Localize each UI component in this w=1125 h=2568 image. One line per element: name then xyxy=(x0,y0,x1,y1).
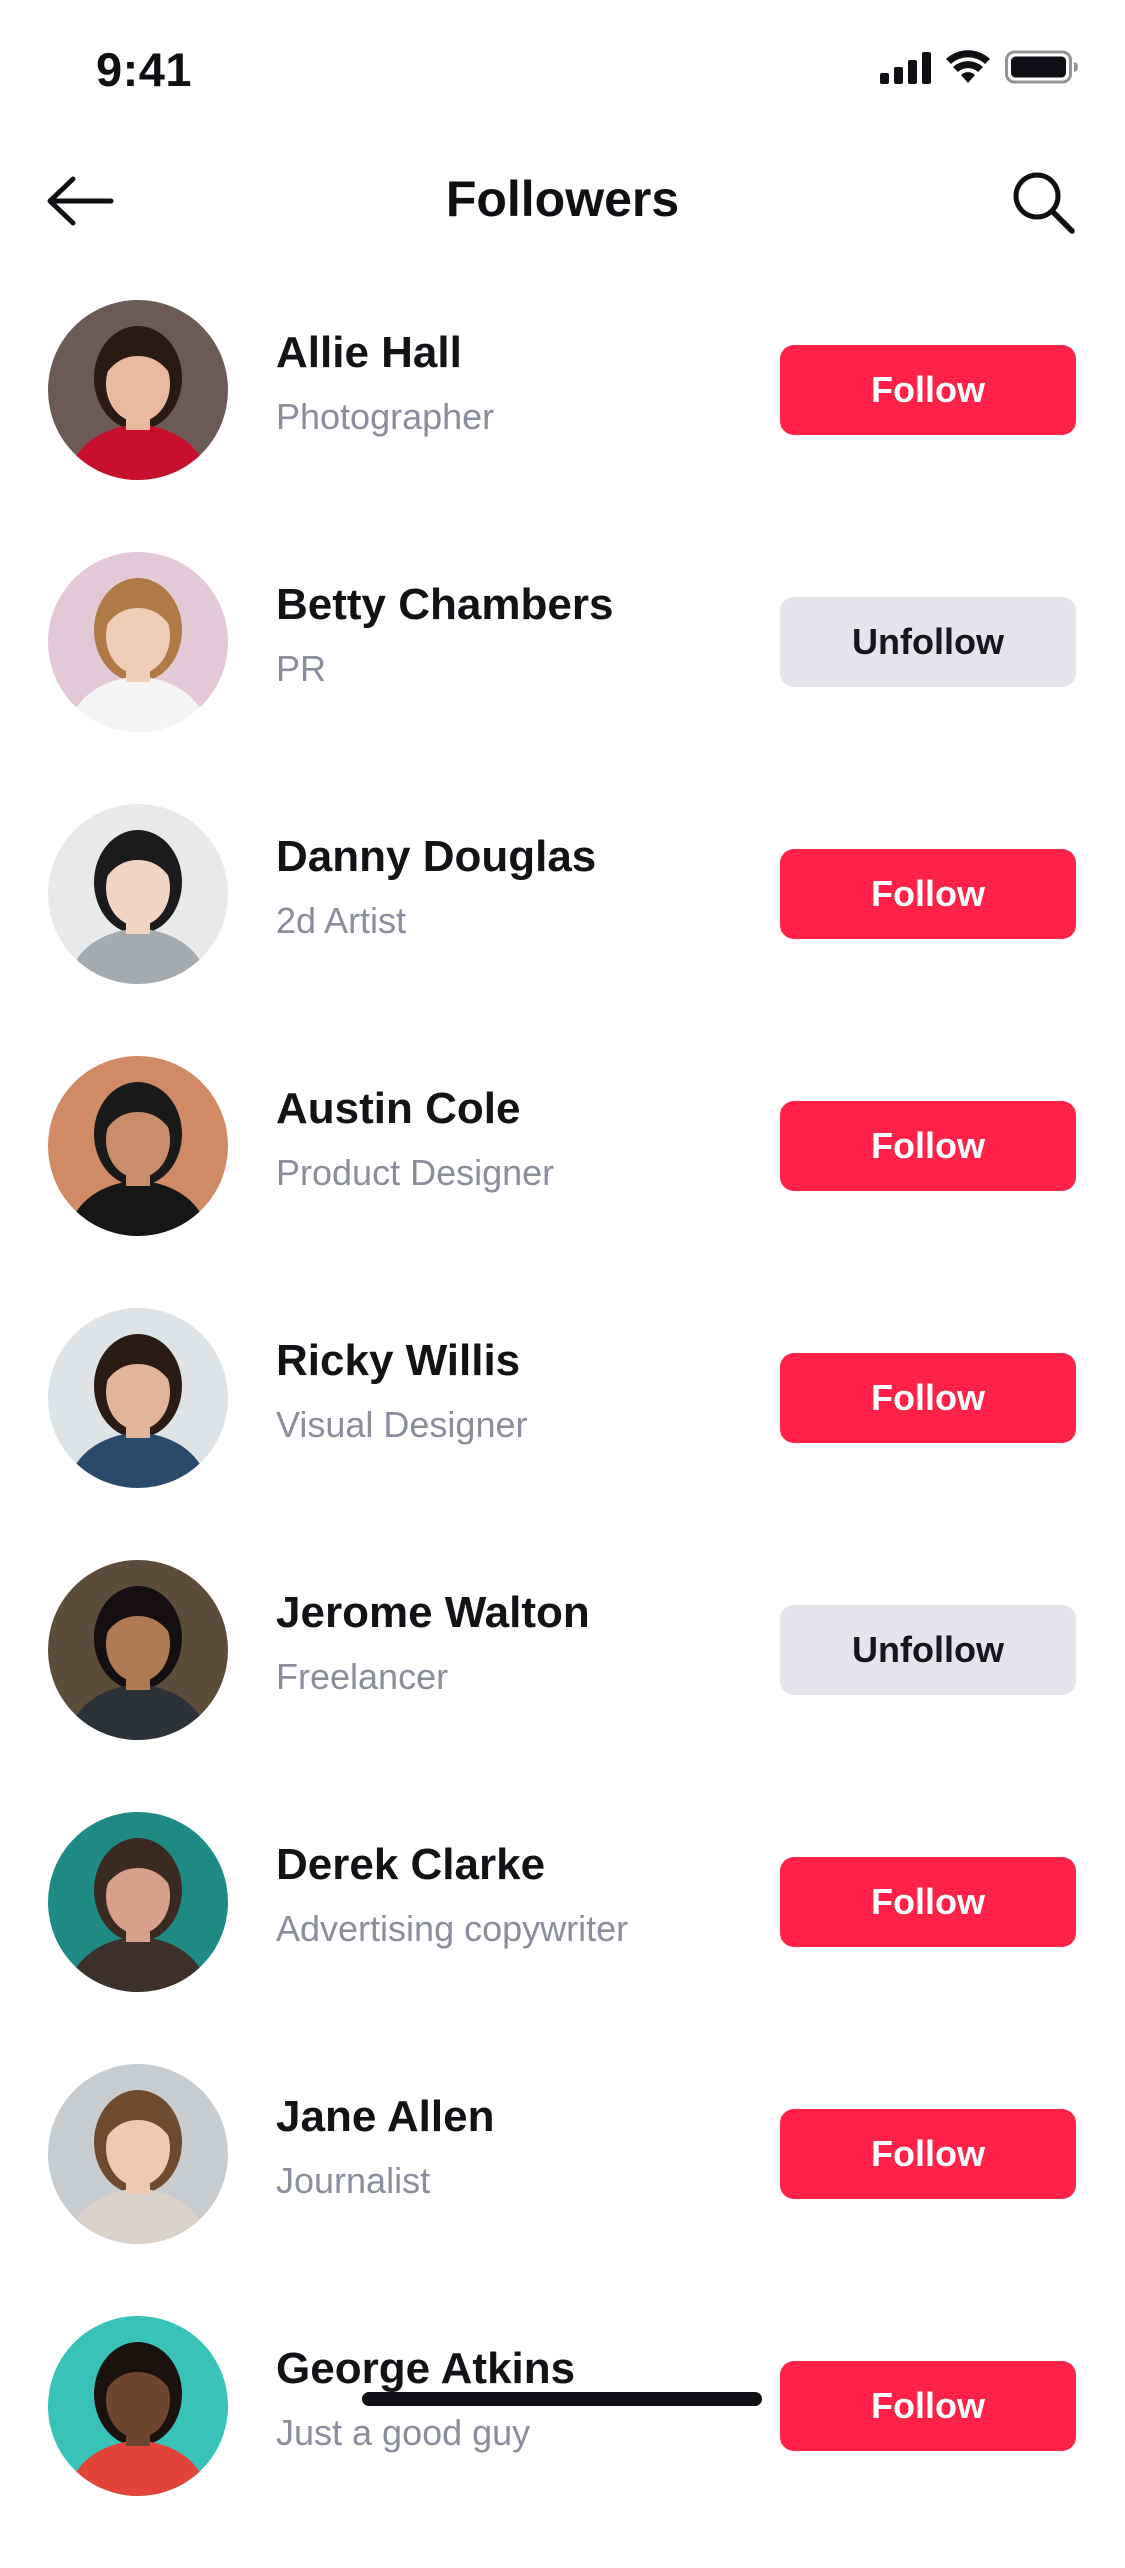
follower-role: 2d Artist xyxy=(276,900,407,941)
follower-row[interactable]: Ricky Willis Visual Designer Follow xyxy=(0,1308,1125,1560)
avatar-photo xyxy=(48,1812,228,1992)
search-icon xyxy=(1013,172,1075,234)
search-button[interactable] xyxy=(1003,162,1083,242)
avatar[interactable] xyxy=(48,2064,228,2244)
avatar[interactable] xyxy=(48,1308,228,1488)
nav-bar: Followers xyxy=(0,140,1125,260)
follower-list: Allie Hall Photographer Follow Betty Chambe… xyxy=(0,300,1125,2568)
avatar-photo xyxy=(48,804,228,984)
follower-role: Visual Designer xyxy=(276,1404,528,1445)
page-title: Followers xyxy=(445,171,680,227)
follower-row[interactable]: Allie Hall Photographer Follow xyxy=(0,300,1125,552)
avatar[interactable] xyxy=(48,300,228,480)
status-time: 9:41 xyxy=(96,43,193,96)
avatar-photo xyxy=(48,552,228,732)
avatar[interactable] xyxy=(48,804,228,984)
follower-row[interactable]: Austin Cole Product Designer Follow xyxy=(0,1056,1125,1308)
follower-role: Product Designer xyxy=(276,1152,555,1193)
avatar-photo xyxy=(48,1308,228,1488)
avatar[interactable] xyxy=(48,2316,228,2496)
avatar-photo xyxy=(48,2064,228,2244)
avatar[interactable] xyxy=(48,552,228,732)
follower-name[interactable]: Austin Cole xyxy=(276,1084,520,1134)
avatar[interactable] xyxy=(48,1812,228,1992)
follower-role: Just a good guy xyxy=(276,2412,531,2453)
follow-button[interactable]: Follow xyxy=(780,1101,1076,1191)
follow-button[interactable]: Follow xyxy=(780,1857,1076,1947)
follower-row[interactable]: Betty Chambers PR Unfollow xyxy=(0,552,1125,804)
follower-role: Freelancer xyxy=(276,1656,449,1697)
avatar-photo xyxy=(48,1560,228,1740)
follow-button[interactable]: Follow xyxy=(780,2109,1076,2199)
avatar[interactable] xyxy=(48,1056,228,1236)
follower-name[interactable]: Derek Clarke xyxy=(276,1840,545,1890)
avatar-photo xyxy=(48,1056,228,1236)
follower-name[interactable]: Allie Hall xyxy=(276,328,462,378)
follower-name[interactable]: Betty Chambers xyxy=(276,580,613,630)
wifi-icon xyxy=(946,50,990,83)
follower-row[interactable]: Jerome Walton Freelancer Unfollow xyxy=(0,1560,1125,1812)
avatar-photo xyxy=(48,300,228,480)
status-bar: 9:41 xyxy=(0,0,1125,132)
follower-row[interactable]: Danny Douglas 2d Artist Follow xyxy=(0,804,1125,1056)
follower-name[interactable]: Danny Douglas xyxy=(276,832,596,882)
unfollow-button[interactable]: Unfollow xyxy=(780,597,1076,687)
avatar[interactable] xyxy=(48,1560,228,1740)
battery-icon xyxy=(1005,50,1078,84)
follower-name[interactable]: George Atkins xyxy=(276,2344,575,2394)
status-icons xyxy=(880,50,1079,84)
cellular-signal-icon xyxy=(880,50,931,84)
avatar-photo xyxy=(48,2316,228,2496)
follower-name[interactable]: Ricky Willis xyxy=(276,1336,520,1386)
follower-role: PR xyxy=(276,648,327,689)
follower-role: Photographer xyxy=(276,396,495,437)
follower-row[interactable]: Derek Clarke Advertising copywriter Follow xyxy=(0,1812,1125,2064)
follower-row[interactable]: George Atkins Just a good guy Follow xyxy=(0,2316,1125,2568)
follow-button[interactable]: Follow xyxy=(780,849,1076,939)
follow-button[interactable]: Follow xyxy=(780,2361,1076,2451)
follower-name[interactable]: Jane Allen xyxy=(276,2092,494,2142)
follow-button[interactable]: Follow xyxy=(780,1353,1076,1443)
follower-role: Advertising copywriter xyxy=(276,1908,629,1949)
home-indicator xyxy=(362,2392,762,2406)
follower-role: Journalist xyxy=(276,2160,431,2201)
unfollow-button[interactable]: Unfollow xyxy=(780,1605,1076,1695)
follower-name[interactable]: Jerome Walton xyxy=(276,1588,590,1638)
follow-button[interactable]: Follow xyxy=(780,345,1076,435)
follower-row[interactable]: Jane Allen Journalist Follow xyxy=(0,2064,1125,2316)
